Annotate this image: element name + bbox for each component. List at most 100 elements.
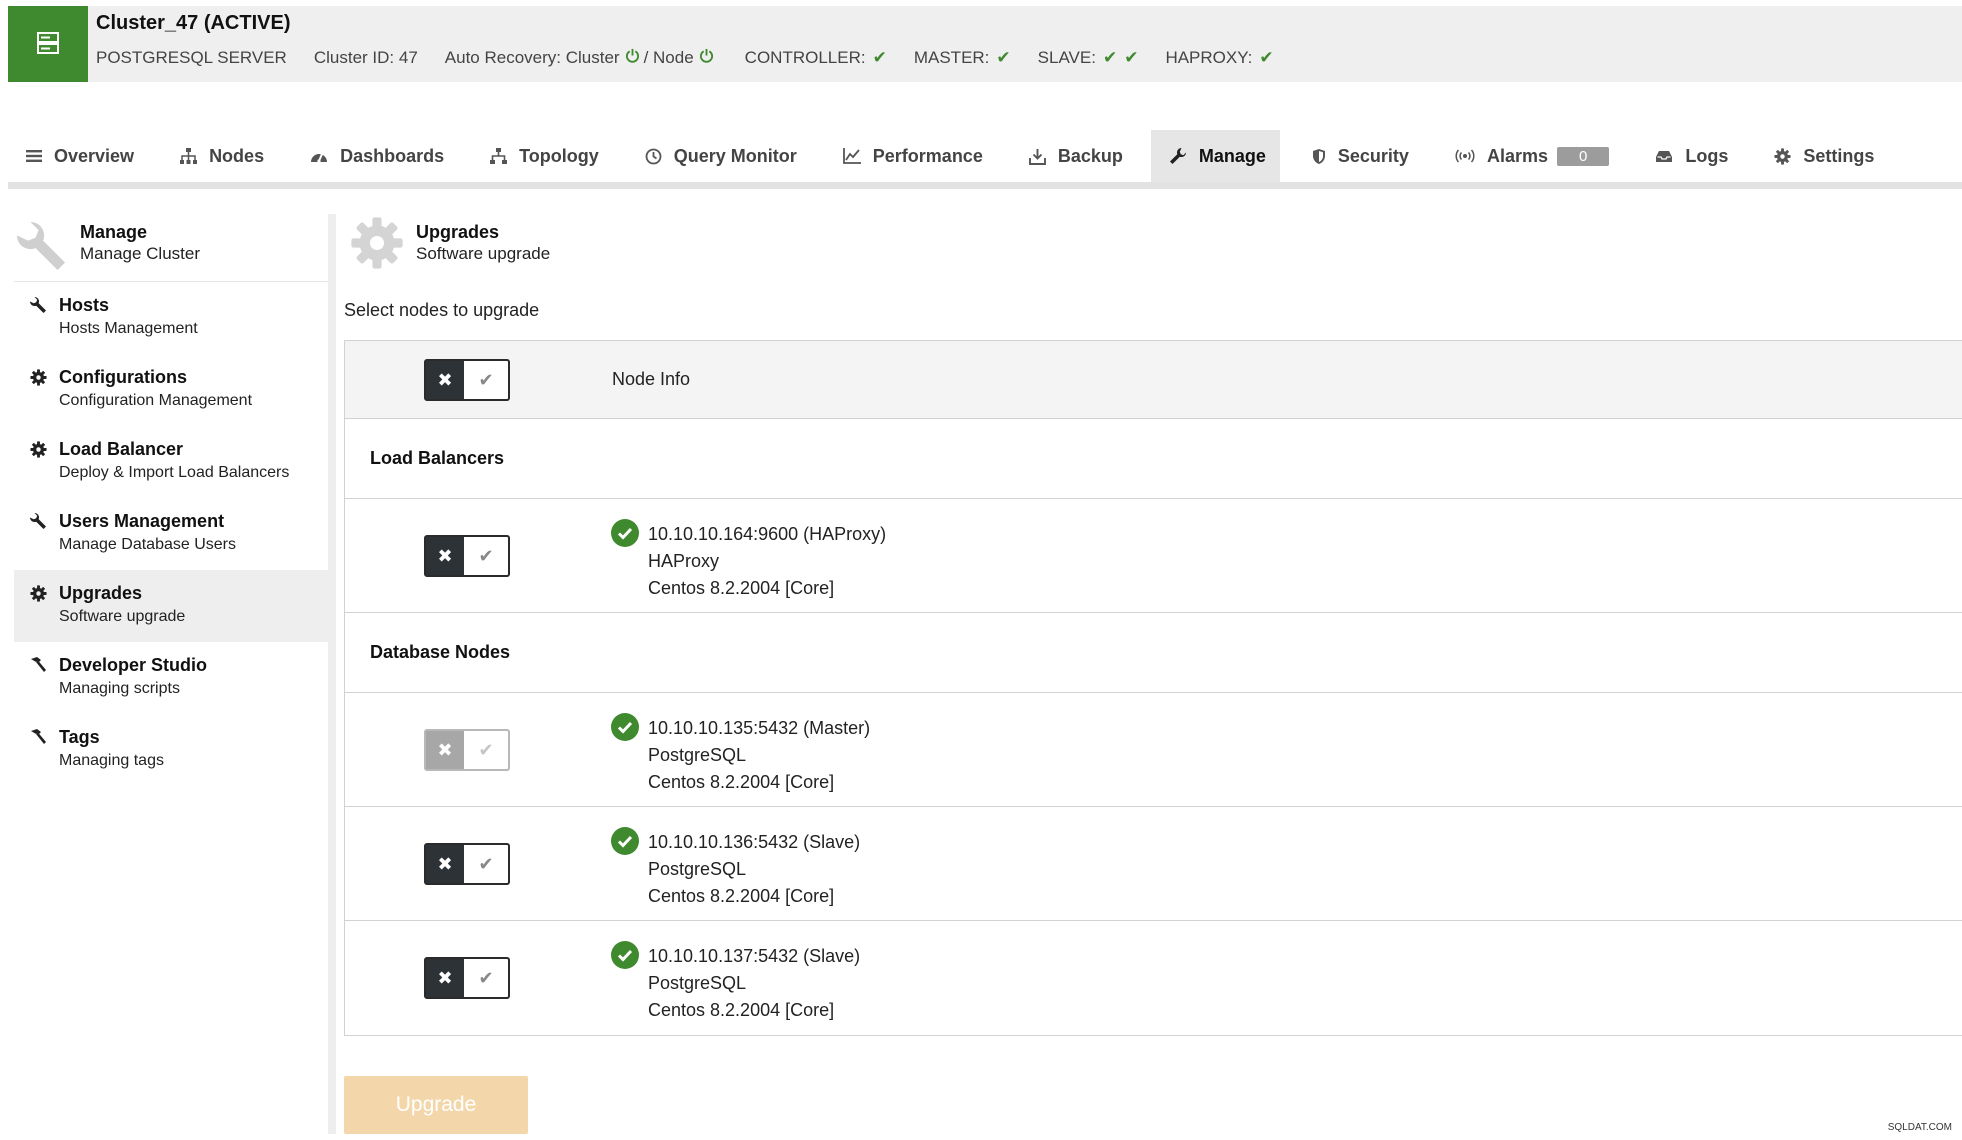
check-icon: ✔: [872, 48, 887, 67]
check-circle-icon: [611, 713, 639, 741]
sidebar-item-developer-studio[interactable]: Developer Studio Managing scripts: [14, 642, 328, 714]
sidebar-item-subtitle: Software upgrade: [59, 608, 186, 625]
menu-icon: [26, 149, 42, 163]
topology-icon: [490, 148, 508, 164]
gear-icon: [28, 583, 48, 603]
node-address: 10.10.10.135:5432 (Master): [648, 718, 871, 738]
power-icon[interactable]: [625, 48, 640, 68]
close-icon: ✖: [426, 959, 464, 997]
cluster-header: Cluster_47 (ACTIVE) POSTGRESQL SERVER Cl…: [8, 6, 1962, 82]
check-icon: ✔: [478, 853, 494, 874]
tab-label: Nodes: [209, 145, 265, 166]
tab-alarms[interactable]: Alarms 0: [1437, 130, 1623, 182]
wrench-icon: [28, 511, 48, 531]
tab-manage[interactable]: Manage: [1150, 130, 1280, 182]
tab-underline: [8, 182, 1962, 189]
check-icon: ✔: [996, 48, 1011, 67]
tab-label: Query Monitor: [673, 145, 797, 166]
tab-logs[interactable]: Logs: [1637, 130, 1742, 182]
sidebar-item-title: Upgrades: [59, 583, 143, 603]
server-type: POSTGRESQL SERVER: [96, 48, 287, 67]
wrench-icon: [28, 295, 48, 315]
sidebar-item-subtitle: Hosts Management: [59, 320, 198, 337]
upgrades-panel: Upgrades Software upgrade Select nodes t…: [344, 214, 1962, 1134]
performance-icon: [842, 148, 861, 164]
table-row: ✖ ✔ 10.10.10.136:5432 (Slave) PostgreSQL…: [345, 807, 1962, 921]
sidebar-item-users-management[interactable]: Users Management Manage Database Users: [14, 498, 328, 570]
tab-overview[interactable]: Overview: [8, 130, 148, 182]
sidebar-item-tags[interactable]: Tags Managing tags: [14, 714, 328, 786]
sidebar-item-configurations[interactable]: Configurations Configuration Management: [14, 354, 328, 426]
tab-security[interactable]: Security: [1294, 130, 1423, 182]
check-circle-icon: [611, 827, 639, 855]
node-os: Centos 8.2.2004 [Core]: [648, 1000, 835, 1020]
sidebar-item-title: Hosts: [59, 295, 110, 315]
node-info: 10.10.10.136:5432 (Slave) PostgreSQL Cen…: [648, 829, 860, 910]
sidebar-item-hosts[interactable]: Hosts Hosts Management: [14, 282, 328, 354]
node-os: Centos 8.2.2004 [Core]: [648, 772, 835, 792]
node-info: 10.10.10.137:5432 (Slave) PostgreSQL Cen…: [648, 943, 860, 1024]
tab-performance[interactable]: Performance: [825, 130, 997, 182]
tab-backup[interactable]: Backup: [1011, 130, 1137, 182]
sidebar-item-load-balancer[interactable]: Load Balancer Deploy & Import Load Balan…: [14, 426, 328, 498]
gear-icon: [350, 216, 404, 275]
dashboard-icon: [310, 149, 328, 163]
slave-label: SLAVE:: [1037, 48, 1096, 67]
check-circle-icon: [611, 941, 639, 969]
node-info-header: Node Info: [612, 369, 691, 389]
wrench-icon: [14, 218, 68, 279]
tab-dashboards[interactable]: Dashboards: [292, 130, 458, 182]
tab-nodes[interactable]: Nodes: [162, 130, 278, 182]
node-select-toggle[interactable]: ✖ ✔: [424, 535, 510, 577]
gear-icon: [1774, 147, 1791, 165]
select-all-toggle[interactable]: ✖ ✔: [424, 359, 510, 401]
sidebar-divider: [328, 214, 336, 1134]
node-select-toggle: ✖ ✔: [424, 729, 510, 771]
close-icon: ✖: [426, 537, 464, 575]
sidebar-item-subtitle: Configuration Management: [59, 392, 253, 409]
tab-label: Logs: [1685, 145, 1729, 166]
power-icon[interactable]: [699, 48, 714, 68]
hammer-icon: [28, 727, 48, 747]
sidebar-item-title: Load Balancer: [59, 439, 184, 459]
cluster-info-bar: POSTGRESQL SERVER Cluster ID: 47 Auto Re…: [96, 48, 1301, 68]
sidebar-item-title: Tags: [59, 727, 100, 747]
tab-label: Performance: [872, 145, 983, 166]
node-select-toggle[interactable]: ✖ ✔: [424, 957, 510, 999]
tab-query-monitor[interactable]: Query Monitor: [627, 130, 811, 182]
alarm-count-badge: 0: [1556, 146, 1610, 166]
section-load-balancers: Load Balancers: [345, 419, 1962, 499]
check-icon: ✔: [1124, 48, 1139, 67]
node-os: Centos 8.2.2004 [Core]: [648, 578, 835, 598]
query-monitor-icon: [645, 148, 662, 165]
cluster-title[interactable]: Cluster_47 (ACTIVE): [96, 12, 291, 35]
cluster-id: Cluster ID: 47: [313, 48, 418, 67]
tab-settings[interactable]: Settings: [1756, 130, 1888, 182]
master-status: MASTER: ✔: [914, 48, 1011, 68]
hammer-icon: [28, 655, 48, 675]
check-circle-icon: [611, 519, 639, 547]
node-info: 10.10.10.135:5432 (Master) PostgreSQL Ce…: [648, 715, 870, 796]
close-icon: ✖: [426, 361, 464, 399]
tab-topology[interactable]: Topology: [472, 130, 613, 182]
tab-label: Alarms: [1486, 145, 1548, 166]
node-select-toggle[interactable]: ✖ ✔: [424, 843, 510, 885]
sidebar-subtitle: Manage Cluster: [80, 244, 201, 263]
sidebar-item-upgrades[interactable]: Upgrades Software upgrade: [14, 570, 328, 642]
nodes-table: ✖ ✔ Node Info Load Balancers ✖ ✔ 10.10.1…: [344, 340, 1962, 1036]
server-icon: [8, 6, 88, 82]
check-icon: ✔: [478, 967, 494, 988]
node-type: PostgreSQL: [648, 859, 747, 879]
main-tabs: Overview Nodes Dashboards Topology Query…: [8, 130, 1962, 182]
sidebar-header: Manage Manage Cluster: [14, 214, 328, 282]
watermark: SQLDAT.COM: [1887, 1122, 1952, 1133]
gear-icon: [28, 367, 48, 387]
sidebar-item-title: Developer Studio: [59, 655, 208, 675]
upgrade-button[interactable]: Upgrade: [344, 1076, 528, 1134]
auto-recovery: Auto Recovery: Cluster / Node: [445, 48, 718, 68]
tab-label: Dashboards: [340, 145, 445, 166]
tab-label: Manage: [1198, 145, 1266, 166]
sidebar-item-subtitle: Managing tags: [59, 752, 164, 769]
shield-icon: [1312, 148, 1326, 165]
page-title: Upgrades: [416, 222, 500, 242]
